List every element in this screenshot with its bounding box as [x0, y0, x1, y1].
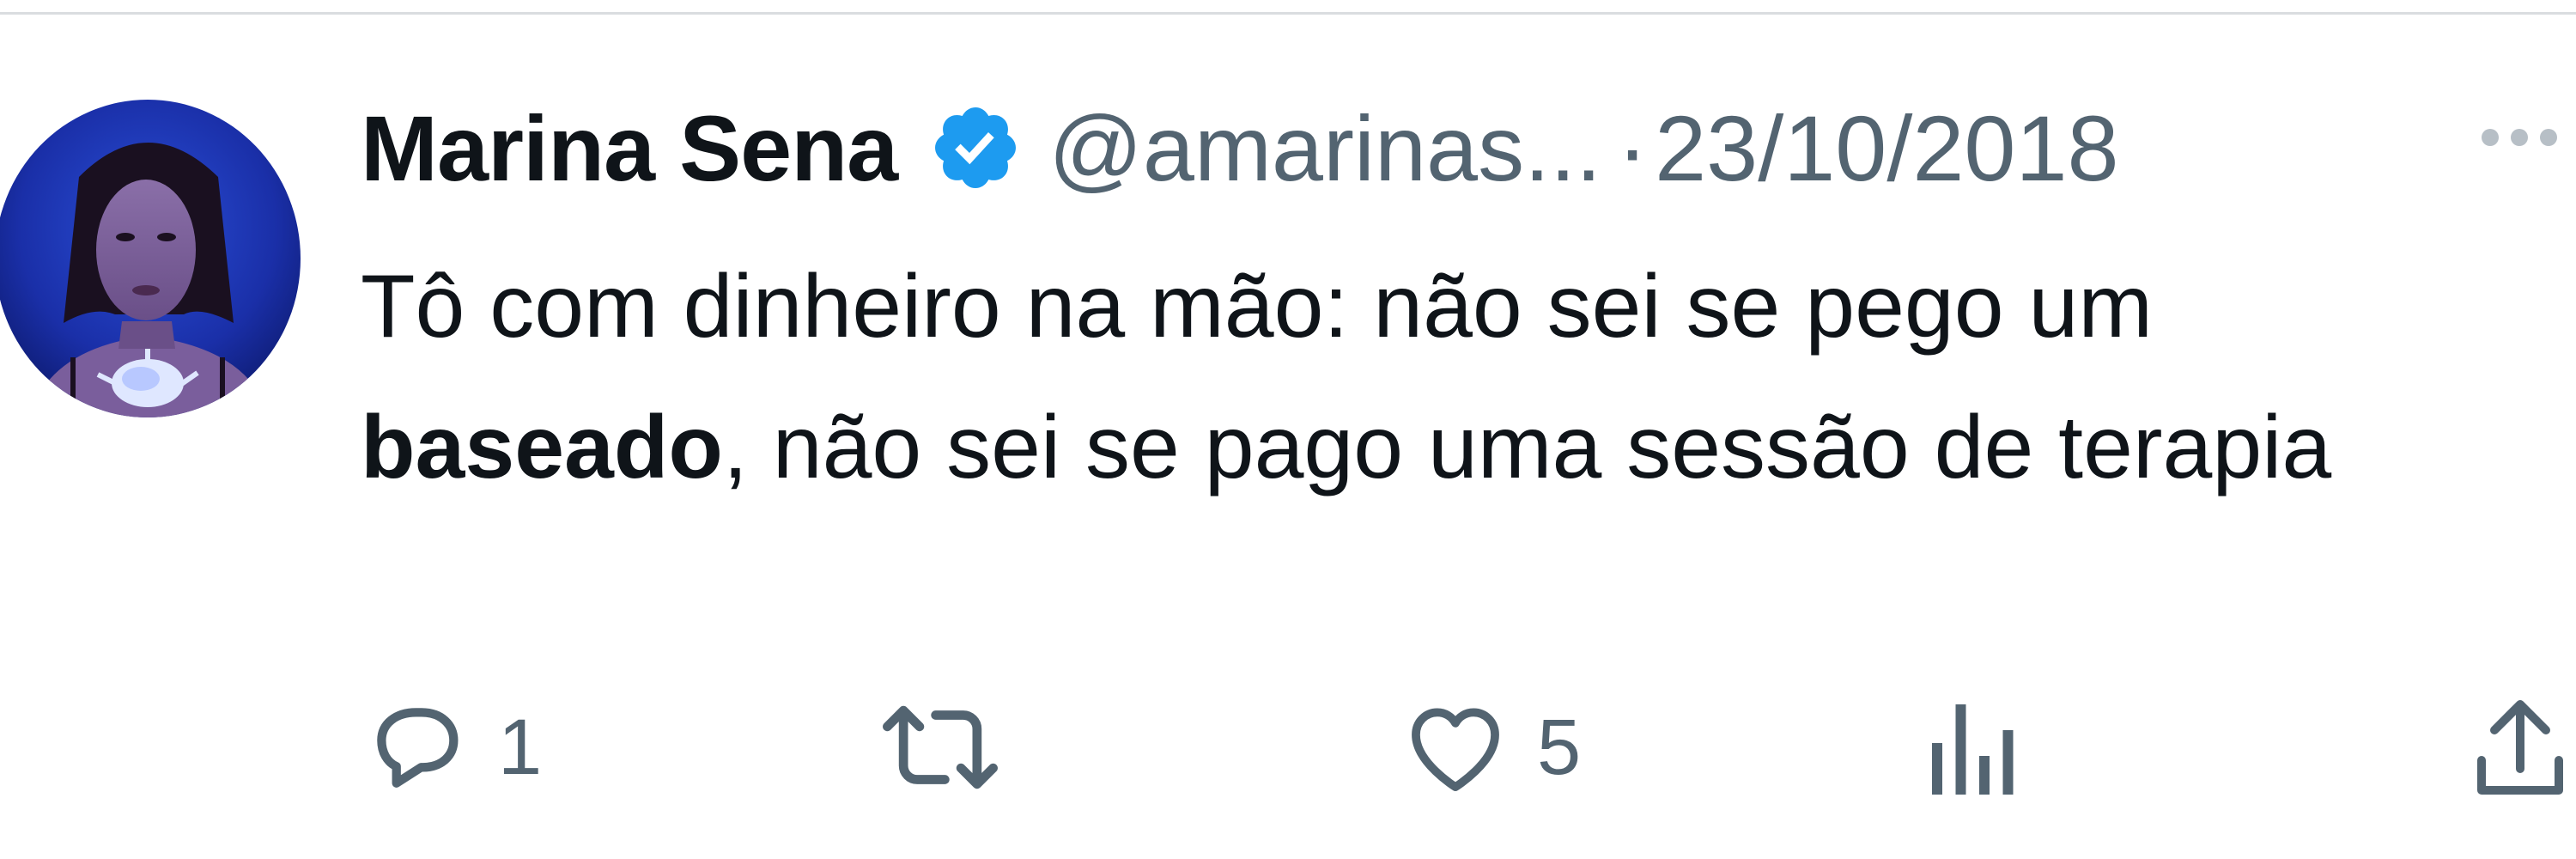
action-bar: 1 5 — [0, 687, 2576, 807]
more-dot — [2540, 129, 2557, 146]
views-button[interactable] — [1923, 687, 2052, 807]
tweet[interactable]: Marina Sena @amarinas... · 23/10/2018 Tô… — [0, 0, 2576, 859]
tweet-date[interactable]: 23/10/2018 — [1655, 94, 2119, 202]
user-handle[interactable]: @amarinas... — [1048, 94, 1601, 202]
verified-badge-icon[interactable] — [928, 101, 1023, 195]
separator-dot: · — [1617, 95, 1649, 200]
retweet-button[interactable] — [876, 687, 1030, 807]
top-divider — [0, 12, 2576, 15]
more-dot — [2482, 129, 2499, 146]
tweet-text-part1: Tô com dinheiro na mão: não sei se pego … — [361, 257, 2153, 356]
views-icon — [1932, 704, 2014, 795]
more-dot — [2511, 129, 2528, 146]
heart-icon — [1412, 708, 1499, 791]
share-icon — [2477, 700, 2563, 795]
reply-button[interactable]: 1 — [361, 687, 542, 807]
like-button[interactable]: 5 — [1400, 687, 1581, 807]
avatar[interactable] — [0, 100, 301, 417]
share-button[interactable] — [2473, 687, 2567, 807]
reply-count: 1 — [498, 703, 543, 791]
retweet-icon — [883, 705, 998, 789]
like-count: 5 — [1537, 703, 1582, 791]
tweet-text-part2: , não sei se pago uma sessão de terapia — [722, 398, 2332, 497]
tweet-header: Marina Sena @amarinas... · 23/10/2018 — [361, 79, 2119, 216]
reply-icon — [377, 708, 459, 788]
display-name[interactable]: Marina Sena — [361, 94, 898, 202]
tweet-text: Tô com dinheiro na mão: não sei se pego … — [361, 236, 2542, 518]
more-options-icon[interactable] — [2482, 129, 2557, 146]
tweet-text-bold: baseado — [361, 398, 723, 497]
avatar-image — [0, 100, 301, 417]
